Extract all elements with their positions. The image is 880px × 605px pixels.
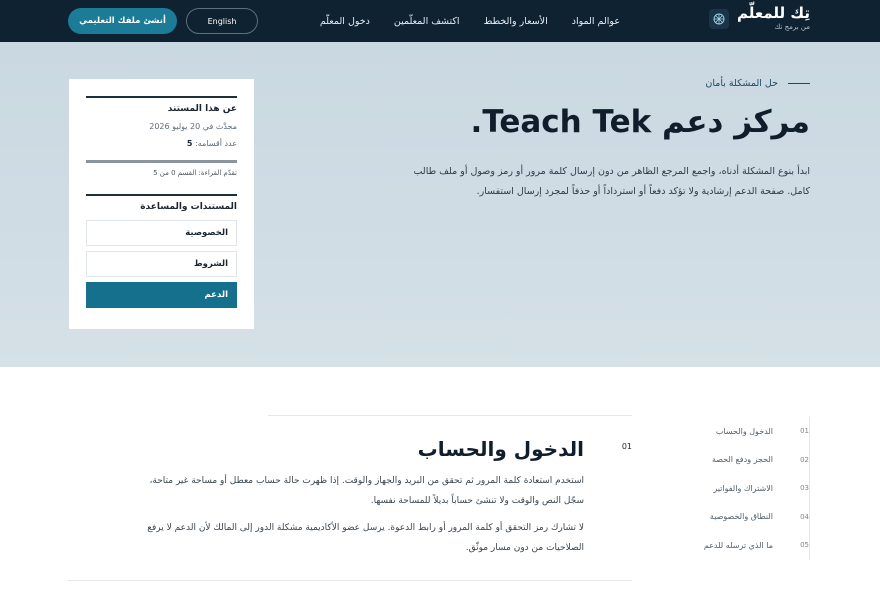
divider: [86, 194, 237, 196]
sections-count: عدد أقسامه: 5: [186, 139, 237, 148]
eyebrow-text: حل المشكلة بأمان: [705, 78, 778, 89]
section-title: الدخول والحساب: [417, 437, 584, 461]
hero-description: ابدأ بنوع المشكلة أدناه، واجمع المرجع ال…: [413, 166, 810, 197]
nav-pricing[interactable]: الأسعار والخطط: [484, 16, 548, 27]
doc-link-support[interactable]: الدعم: [86, 282, 237, 308]
brand-tagline: من برمج تك: [774, 23, 810, 31]
site-header: تِك للمعلّم من برمج تك عوالم المواد الأس…: [0, 0, 880, 42]
main-nav: عوالم المواد الأسعار والخطط اكتشف المعلّ…: [320, 0, 620, 42]
divider: [268, 415, 632, 416]
nav-subjects[interactable]: عوالم المواد: [572, 16, 620, 27]
about-title: عن هذا المستند: [167, 104, 237, 114]
hero-eyebrow: حل المشكلة بأمان: [705, 78, 810, 89]
section-number: 01: [621, 442, 632, 451]
create-profile-button[interactable]: أنشئ ملفك التعليمي: [68, 8, 177, 34]
nav-discover-teachers[interactable]: اكتشف المعلّمين: [394, 16, 460, 27]
language-toggle-button[interactable]: English: [186, 8, 258, 34]
reading-progress-bar: [86, 160, 237, 163]
section-paragraph: استخدم استعادة كلمة المرور ثم تحقق من ال…: [149, 476, 584, 506]
toc-item-login[interactable]: 01 الدخول والحساب: [695, 417, 809, 446]
eyebrow-line: [788, 83, 810, 84]
reading-progress-text: تقدّم القراءة: القسم 0 من 5: [153, 169, 237, 177]
updated-date: محدَّث في 20 يوليو 2026: [149, 122, 237, 131]
toc-item-booking[interactable]: 02 الحجز ودفع الحصة: [695, 446, 809, 475]
toc-item-billing[interactable]: 03 الاشتراك والفواتير: [695, 474, 809, 503]
toc-item-privacy[interactable]: 04 النطاق والخصوصية: [695, 503, 809, 532]
brain-logo-icon: [709, 8, 729, 29]
divider: [86, 96, 237, 98]
docs-title: المستندات والمساعدة: [140, 202, 237, 212]
doc-link-terms[interactable]: الشروط: [86, 251, 237, 277]
table-of-contents: 01 الدخول والحساب 02 الحجز ودفع الحصة 03…: [695, 417, 810, 560]
section-paragraph: لا تشارك رمز التحقق أو كلمة المرور أو را…: [147, 523, 584, 553]
brand[interactable]: تِك للمعلّم من برمج تك: [709, 6, 810, 31]
doc-link-privacy[interactable]: الخصوصية: [86, 220, 237, 246]
brand-name: تِك للمعلّم: [737, 4, 810, 22]
document-info-card: عن هذا المستند محدَّث في 20 يوليو 2026 ع…: [69, 79, 254, 329]
divider: [68, 580, 632, 581]
content-section: 01 الدخول والحساب 02 الحجز ودفع الحصة 03…: [0, 367, 880, 605]
page-title: مركز دعم Teach Tek.: [470, 104, 810, 140]
nav-teacher-login[interactable]: دخول المعلّم: [320, 16, 370, 27]
toc-item-what-to-send[interactable]: 05 ما الذي ترسله للدعم: [695, 531, 809, 560]
